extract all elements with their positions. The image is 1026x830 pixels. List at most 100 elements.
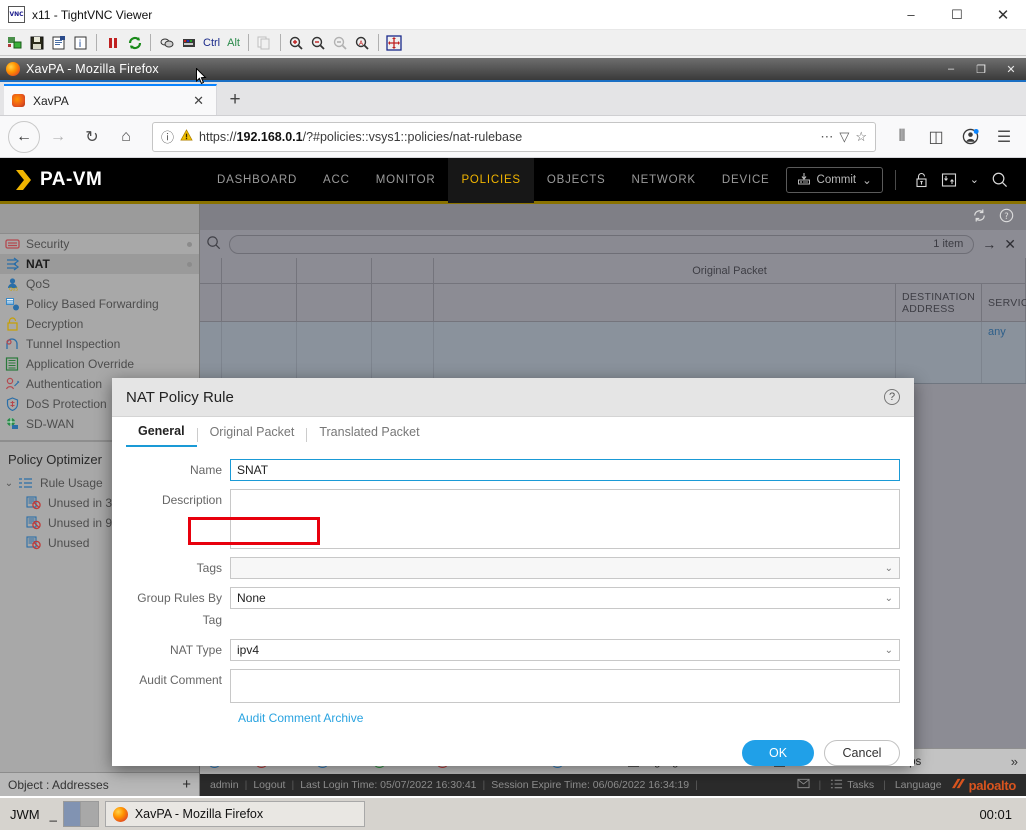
page-actions-icon[interactable]: ⋯ bbox=[820, 129, 833, 145]
pocket-icon[interactable]: ▽ bbox=[839, 129, 849, 145]
refresh-icon[interactable] bbox=[124, 32, 145, 53]
firefox-titlebar: XavPA - Mozilla Firefox – ❐ ✕ bbox=[0, 58, 1026, 82]
ok-button[interactable]: OK bbox=[742, 740, 814, 766]
name-label: Name bbox=[189, 463, 222, 477]
dialog-title: NAT Policy Rule bbox=[126, 388, 234, 406]
firefox-window-controls: – ❐ ✕ bbox=[936, 63, 1026, 76]
sidebar-icon[interactable]: ◫ bbox=[922, 121, 950, 153]
cancel-button[interactable]: Cancel bbox=[824, 740, 900, 766]
dialog-footer: OK Cancel bbox=[112, 725, 914, 781]
modal-overlay: NAT Policy Rule ? General Original Packe… bbox=[0, 158, 1026, 796]
nat-type-select[interactable]: ipv4 ⌄ bbox=[230, 639, 900, 661]
bookmark-star-icon[interactable]: ☆ bbox=[855, 129, 867, 145]
floppy-disk-icon[interactable] bbox=[26, 32, 47, 53]
insecure-warning-icon[interactable] bbox=[180, 128, 193, 145]
home-button[interactable]: ⌂ bbox=[110, 121, 142, 153]
fullscreen-icon[interactable] bbox=[384, 32, 405, 53]
toolbar-separator bbox=[247, 34, 249, 51]
url-path: /?#policies::vsys1::policies/nat-rulebas… bbox=[302, 129, 523, 144]
ctrl-alt-icon[interactable] bbox=[178, 32, 199, 53]
description-label: Description bbox=[161, 493, 222, 507]
keys-icon[interactable] bbox=[156, 32, 177, 53]
vnc-window-controls: – ☐ ✕ bbox=[888, 0, 1026, 30]
nat-type-label: NAT Type bbox=[169, 643, 222, 657]
firefox-tabbar: XavPA ✕ + bbox=[0, 82, 1026, 116]
firefox-restore-button[interactable]: ❐ bbox=[966, 63, 996, 76]
toolbar-separator bbox=[96, 34, 97, 51]
new-connection-icon[interactable] bbox=[4, 32, 25, 53]
jwm-menu-button[interactable]: JWM bbox=[6, 807, 44, 822]
info-icon[interactable]: i bbox=[70, 32, 91, 53]
page-info-icon[interactable]: ⓘ bbox=[161, 127, 174, 146]
pause-icon[interactable] bbox=[102, 32, 123, 53]
vnc-minimize-button[interactable]: – bbox=[888, 0, 934, 30]
close-icon[interactable]: ✕ bbox=[189, 93, 208, 109]
field-row-audit-comment: Audit Comment bbox=[126, 669, 900, 703]
vnc-close-button[interactable]: ✕ bbox=[980, 0, 1026, 30]
new-tab-button[interactable]: + bbox=[217, 84, 253, 115]
description-textarea[interactable] bbox=[230, 489, 900, 549]
alt-key-button[interactable]: Alt bbox=[224, 37, 243, 49]
desktop-2[interactable] bbox=[81, 802, 98, 826]
chevron-down-icon: ⌄ bbox=[884, 592, 893, 604]
group-rules-by-tag-select[interactable]: None ⌄ bbox=[230, 587, 900, 609]
group-rules-by-tag-value: None bbox=[237, 591, 266, 605]
options-icon[interactable] bbox=[48, 32, 69, 53]
firefox-minimize-button[interactable]: – bbox=[936, 63, 966, 76]
field-row-group-rules-by-tag: Group Rules By Tag None ⌄ bbox=[126, 587, 900, 631]
firefox-toolbar-right: ⦀ ◫ ☰ bbox=[888, 121, 1018, 153]
ctrl-key-button[interactable]: Ctrl bbox=[200, 37, 223, 49]
dialog-header: NAT Policy Rule ? bbox=[112, 378, 914, 417]
account-icon[interactable] bbox=[956, 121, 984, 153]
name-input[interactable]: SNAT bbox=[230, 459, 900, 481]
zoom-in-icon[interactable] bbox=[286, 32, 307, 53]
url-bar[interactable]: ⓘ https://192.168.0.1/?#policies::vsys1:… bbox=[152, 121, 876, 152]
back-button[interactable]: ← bbox=[8, 120, 40, 153]
forward-button[interactable]: → bbox=[42, 121, 74, 153]
dialog-form: Name SNAT Description Tags ⌄ Group Rules… bbox=[112, 447, 914, 725]
toolbar-separator bbox=[377, 34, 379, 51]
tags-select[interactable]: ⌄ bbox=[230, 557, 900, 579]
taskbar-item-firefox[interactable]: XavPA - Mozilla Firefox bbox=[104, 801, 365, 827]
nat-type-value: ipv4 bbox=[237, 643, 260, 657]
help-icon[interactable]: ? bbox=[884, 389, 900, 405]
field-row-tags: Tags ⌄ bbox=[126, 557, 900, 579]
reload-button[interactable]: ↻ bbox=[76, 121, 108, 153]
nat-policy-rule-dialog: NAT Policy Rule ? General Original Packe… bbox=[112, 378, 914, 766]
vnc-icon: VNC bbox=[8, 6, 25, 23]
zoom-100-icon[interactable] bbox=[330, 32, 351, 53]
tab-general[interactable]: General bbox=[126, 424, 197, 447]
show-desktop-button[interactable]: _ bbox=[50, 807, 57, 822]
tags-label: Tags bbox=[196, 561, 222, 575]
firefox-navbar: ← → ↻ ⌂ ⓘ https://192.168.0.1/?#policies… bbox=[0, 116, 1026, 158]
menu-icon[interactable]: ☰ bbox=[990, 121, 1018, 153]
firefox-close-button[interactable]: ✕ bbox=[996, 63, 1026, 76]
firefox-window: XavPA - Mozilla Firefox – ❐ ✕ XavPA ✕ + … bbox=[0, 58, 1026, 796]
zoom-out-icon[interactable] bbox=[308, 32, 329, 53]
browser-tab-xavpa[interactable]: XavPA ✕ bbox=[4, 84, 217, 115]
group-rules-by-tag-label: Group Rules By Tag bbox=[137, 591, 222, 627]
desktop-pager[interactable] bbox=[62, 801, 99, 827]
taskbar-item-label: XavPA - Mozilla Firefox bbox=[134, 807, 264, 821]
firefox-icon bbox=[112, 806, 128, 822]
jwm-taskbar: JWM _ XavPA - Mozilla Firefox 00:01 bbox=[0, 796, 1026, 830]
zoom-auto-icon[interactable]: A bbox=[352, 32, 373, 53]
desktop-1[interactable] bbox=[63, 802, 82, 826]
toolbar-separator bbox=[150, 34, 151, 51]
library-icon[interactable]: ⦀ bbox=[888, 121, 916, 153]
url-host: 192.168.0.1 bbox=[236, 129, 303, 144]
chevron-down-icon: ⌄ bbox=[884, 562, 893, 574]
tab-favicon-icon bbox=[12, 94, 25, 107]
audit-comment-textarea[interactable] bbox=[230, 669, 900, 703]
field-row-description: Description bbox=[126, 489, 900, 549]
tab-translated-packet[interactable]: Translated Packet bbox=[307, 425, 431, 446]
url-prefix: https:// bbox=[199, 129, 237, 144]
panos-web-interface: PA-VM DASHBOARD ACC MONITOR POLICIES OBJ… bbox=[0, 158, 1026, 796]
audit-comment-archive-link[interactable]: Audit Comment Archive bbox=[126, 711, 900, 725]
taskbar-clock: 00:01 bbox=[979, 806, 1012, 822]
vnc-maximize-button[interactable]: ☐ bbox=[934, 0, 980, 30]
chevron-down-icon: ⌄ bbox=[884, 644, 893, 656]
copy-icon[interactable] bbox=[254, 32, 275, 53]
tab-original-packet[interactable]: Original Packet bbox=[198, 425, 307, 446]
audit-comment-label: Audit Comment bbox=[139, 673, 222, 687]
